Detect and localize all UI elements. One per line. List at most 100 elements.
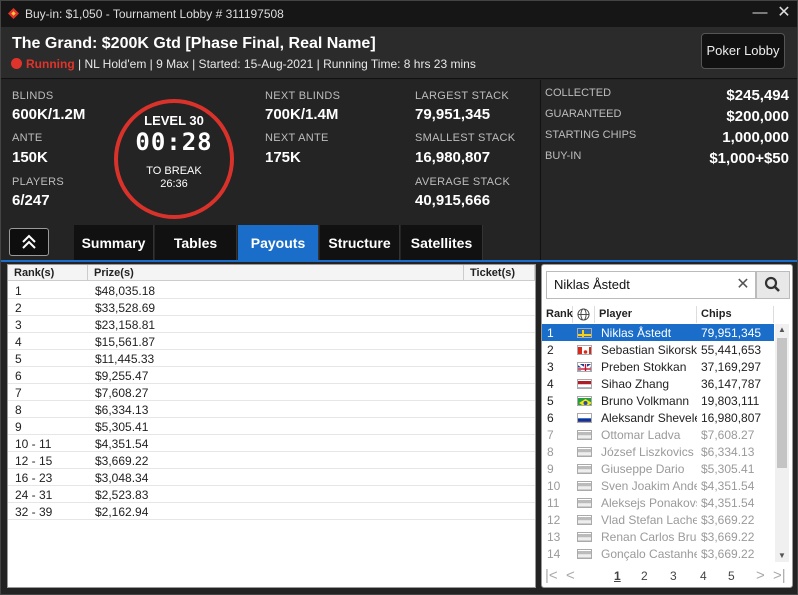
collapse-button[interactable] <box>9 228 49 256</box>
list-item[interactable]: 13 Renan Carlos Bruschi $3,669.22 <box>542 528 774 545</box>
country-flag-icon <box>577 430 592 440</box>
list-item[interactable]: 2 Sebastian Sikorski 55,441,653 <box>542 341 774 358</box>
players-panel: Niklas Åstedt ✕ Rank Player Chips 1 Nikla… <box>541 264 793 588</box>
list-item[interactable]: 14 Gonçalo Castanheira $3,669.22 <box>542 545 774 562</box>
globe-icon <box>577 308 590 321</box>
collected-label: COLLECTED <box>545 87 612 99</box>
table-row[interactable]: 32 - 39 $2,162.94 <box>8 503 535 520</box>
rank-cell: 8 <box>15 403 22 417</box>
tournament-lobby-window: Buy-in: $1,050 - Tournament Lobby # 3111… <box>0 0 798 595</box>
player-search-input[interactable]: Niklas Åstedt <box>546 271 756 299</box>
next-page-icon[interactable]: > <box>756 567 765 584</box>
list-item[interactable]: 12 Vlad Stefan Lache $3,669.22 <box>542 511 774 528</box>
tab-satellites[interactable]: Satellites <box>401 225 483 261</box>
player-name: Vlad Stefan Lache <box>601 513 697 527</box>
list-item[interactable]: 7 Ottomar Ladva $7,608.27 <box>542 426 774 443</box>
player-rank: 3 <box>547 360 554 374</box>
player-rank: 12 <box>547 513 561 527</box>
minimize-button[interactable]: — <box>749 3 771 23</box>
player-rank: 9 <box>547 462 554 476</box>
player-list-scrollbar[interactable]: ▲ ▼ <box>775 324 789 562</box>
rank-cell: 6 <box>15 369 22 383</box>
table-row[interactable]: 4 $15,561.87 <box>8 333 535 350</box>
ticket-column-header[interactable]: Ticket(s) <box>464 265 535 281</box>
player-name: Sebastian Sikorski <box>601 343 697 357</box>
list-item[interactable]: 4 Sihao Zhang 36,147,787 <box>542 375 774 392</box>
table-row[interactable]: 12 - 15 $3,669.22 <box>8 452 535 469</box>
table-row[interactable]: 5 $11,445.33 <box>8 350 535 367</box>
players-value: 6/247 <box>12 192 50 209</box>
level-timer: 00:28 <box>135 128 213 156</box>
search-button[interactable] <box>756 271 790 299</box>
blinds-value: 600K/1.2M <box>12 106 86 123</box>
payouts-table[interactable]: Rank(s) Prize(s) Ticket(s) 1 $48,035.18 2 $… <box>7 264 536 588</box>
starting-chips-label: STARTING CHIPS <box>545 129 637 141</box>
player-name: Ottomar Ladva <box>601 428 681 442</box>
scroll-thumb[interactable] <box>777 338 787 468</box>
page-1[interactable]: 1 <box>614 569 621 583</box>
rank-cell: 4 <box>15 335 22 349</box>
prize-column-header[interactable]: Prize(s) <box>88 265 464 281</box>
page-3[interactable]: 3 <box>670 569 677 583</box>
next-ante-value: 175K <box>265 149 301 166</box>
country-flag-icon <box>577 532 592 542</box>
page-5[interactable]: 5 <box>728 569 735 583</box>
table-row[interactable]: 9 $5,305.41 <box>8 418 535 435</box>
scroll-down-icon[interactable]: ▼ <box>775 550 789 562</box>
tab-summary[interactable]: Summary <box>74 225 154 261</box>
player-name-header[interactable]: Player <box>595 306 697 323</box>
tab-tables[interactable]: Tables <box>155 225 237 261</box>
player-rank-header[interactable]: Rank <box>542 306 573 323</box>
clear-search-icon[interactable]: ✕ <box>735 277 751 293</box>
prize-cell: $15,561.87 <box>95 335 156 349</box>
list-item[interactable]: 6 Aleksandr Shevelev 16,980,807 <box>542 409 774 426</box>
table-row[interactable]: 3 $23,158.81 <box>8 316 535 333</box>
player-name: József Liszkovics <box>601 445 694 459</box>
rank-column-header[interactable]: Rank(s) <box>8 265 88 281</box>
page-4[interactable]: 4 <box>700 569 707 583</box>
player-chips: $3,669.22 <box>701 547 755 561</box>
table-row[interactable]: 24 - 31 $2,523.83 <box>8 486 535 503</box>
tab-underline <box>1 260 797 262</box>
scroll-up-icon[interactable]: ▲ <box>775 324 789 336</box>
tab-payouts[interactable]: Payouts <box>238 225 319 261</box>
list-item[interactable]: 10 Sven Joakim Andersson $4,351.54 <box>542 477 774 494</box>
player-chips: $4,351.54 <box>701 479 755 493</box>
table-row[interactable]: 2 $33,528.69 <box>8 299 535 316</box>
list-item[interactable]: 8 József Liszkovics $6,334.13 <box>542 443 774 460</box>
prize-cell: $11,445.33 <box>95 352 155 366</box>
table-row[interactable]: 6 $9,255.47 <box>8 367 535 384</box>
first-page-icon[interactable]: |< <box>545 567 558 584</box>
country-header[interactable] <box>573 306 595 323</box>
player-rank: 5 <box>547 394 554 408</box>
rank-cell: 3 <box>15 318 22 332</box>
title-bar[interactable]: Buy-in: $1,050 - Tournament Lobby # 3111… <box>1 1 797 27</box>
chips-header[interactable]: Chips <box>697 306 774 323</box>
prev-page-icon[interactable]: < <box>566 567 575 584</box>
prize-cell: $23,158.81 <box>95 318 156 332</box>
list-item[interactable]: 1 Niklas Åstedt 79,951,345 <box>542 324 774 341</box>
list-item[interactable]: 9 Giuseppe Dario $5,305.41 <box>542 460 774 477</box>
player-chips: $7,608.27 <box>701 428 755 442</box>
player-chips: 37,169,297 <box>701 360 762 374</box>
table-row[interactable]: 8 $6,334.13 <box>8 401 535 418</box>
table-row[interactable]: 16 - 23 $3,048.34 <box>8 469 535 486</box>
close-button[interactable]: ✕ <box>773 3 795 23</box>
list-item[interactable]: 3 Preben Stokkan 37,169,297 <box>542 358 774 375</box>
poker-lobby-button[interactable]: Poker Lobby <box>701 33 785 69</box>
tab-structure[interactable]: Structure <box>320 225 400 261</box>
average-stack-value: 40,915,666 <box>415 192 491 209</box>
table-row[interactable]: 1 $48,035.18 <box>8 282 535 299</box>
player-chips: $4,351.54 <box>701 496 755 510</box>
list-item[interactable]: 5 Bruno Volkmann 19,803,111 <box>542 392 774 409</box>
player-name: Giuseppe Dario <box>601 462 685 476</box>
table-row[interactable]: 10 - 11 $4,351.54 <box>8 435 535 452</box>
smallest-stack-label: SMALLEST STACK <box>415 132 516 144</box>
list-item[interactable]: 11 Aleksejs Ponakovs $4,351.54 <box>542 494 774 511</box>
page-2[interactable]: 2 <box>641 569 648 583</box>
collected-value: $245,494 <box>726 87 789 104</box>
table-row[interactable]: 7 $7,608.27 <box>8 384 535 401</box>
tournament-name: The Grand: $200K Gtd [Phase Final, Real … <box>12 35 376 52</box>
player-chips: 19,803,111 <box>701 394 760 408</box>
last-page-icon[interactable]: >| <box>773 567 786 584</box>
